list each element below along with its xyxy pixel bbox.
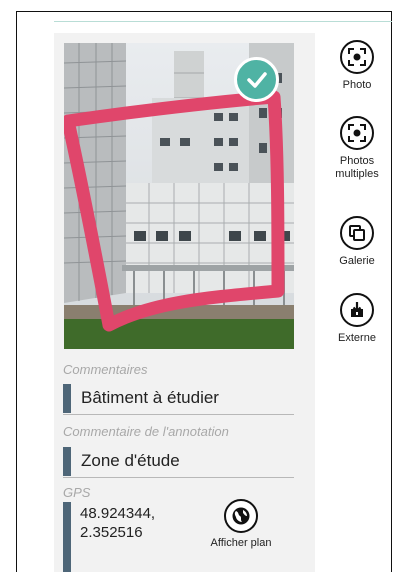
field-underline	[63, 477, 294, 478]
gps-latitude: 48.924344,	[80, 505, 156, 522]
gps-coordinates: 48.924344, 2.352516	[80, 504, 155, 542]
camera-focus-icon	[340, 116, 374, 150]
comments-value[interactable]: Bâtiment à étudier	[81, 388, 219, 408]
multiple-photos-button[interactable]: Photos multiples	[328, 116, 386, 181]
show-map-button[interactable]: Afficher plan	[200, 499, 282, 561]
validated-check-badge[interactable]	[234, 57, 279, 102]
photo-label: Photo	[342, 79, 372, 91]
external-app-icon	[340, 293, 374, 327]
gps-label: GPS	[63, 485, 91, 500]
globe-icon	[224, 499, 258, 533]
comments-field[interactable]: Bâtiment à étudier	[63, 384, 294, 415]
multiple-photos-label: Photos multiples	[335, 155, 379, 180]
external-button[interactable]: Externe	[328, 293, 386, 345]
external-label: Externe	[338, 332, 376, 344]
field-accent-bar	[63, 502, 71, 572]
annotation-comment-field[interactable]: Zone d'étude	[63, 447, 294, 478]
show-map-label: Afficher plan	[210, 537, 272, 549]
gallery-label: Galerie	[339, 255, 375, 267]
annotation-comment-value[interactable]: Zone d'étude	[81, 451, 180, 471]
gps-longitude: 2.352516	[80, 524, 143, 541]
field-accent-bar	[63, 447, 71, 476]
field-accent-bar	[63, 384, 71, 413]
gallery-button[interactable]: Galerie	[328, 216, 386, 268]
photo-button[interactable]: Photo	[328, 40, 386, 92]
annotation-comment-label: Commentaire de l'annotation	[63, 424, 229, 439]
camera-focus-icon	[340, 40, 374, 74]
header-divider	[54, 21, 392, 22]
checkmark-icon	[246, 71, 267, 88]
comments-label: Commentaires	[63, 362, 148, 377]
gallery-icon	[340, 216, 374, 250]
field-underline	[63, 414, 294, 415]
